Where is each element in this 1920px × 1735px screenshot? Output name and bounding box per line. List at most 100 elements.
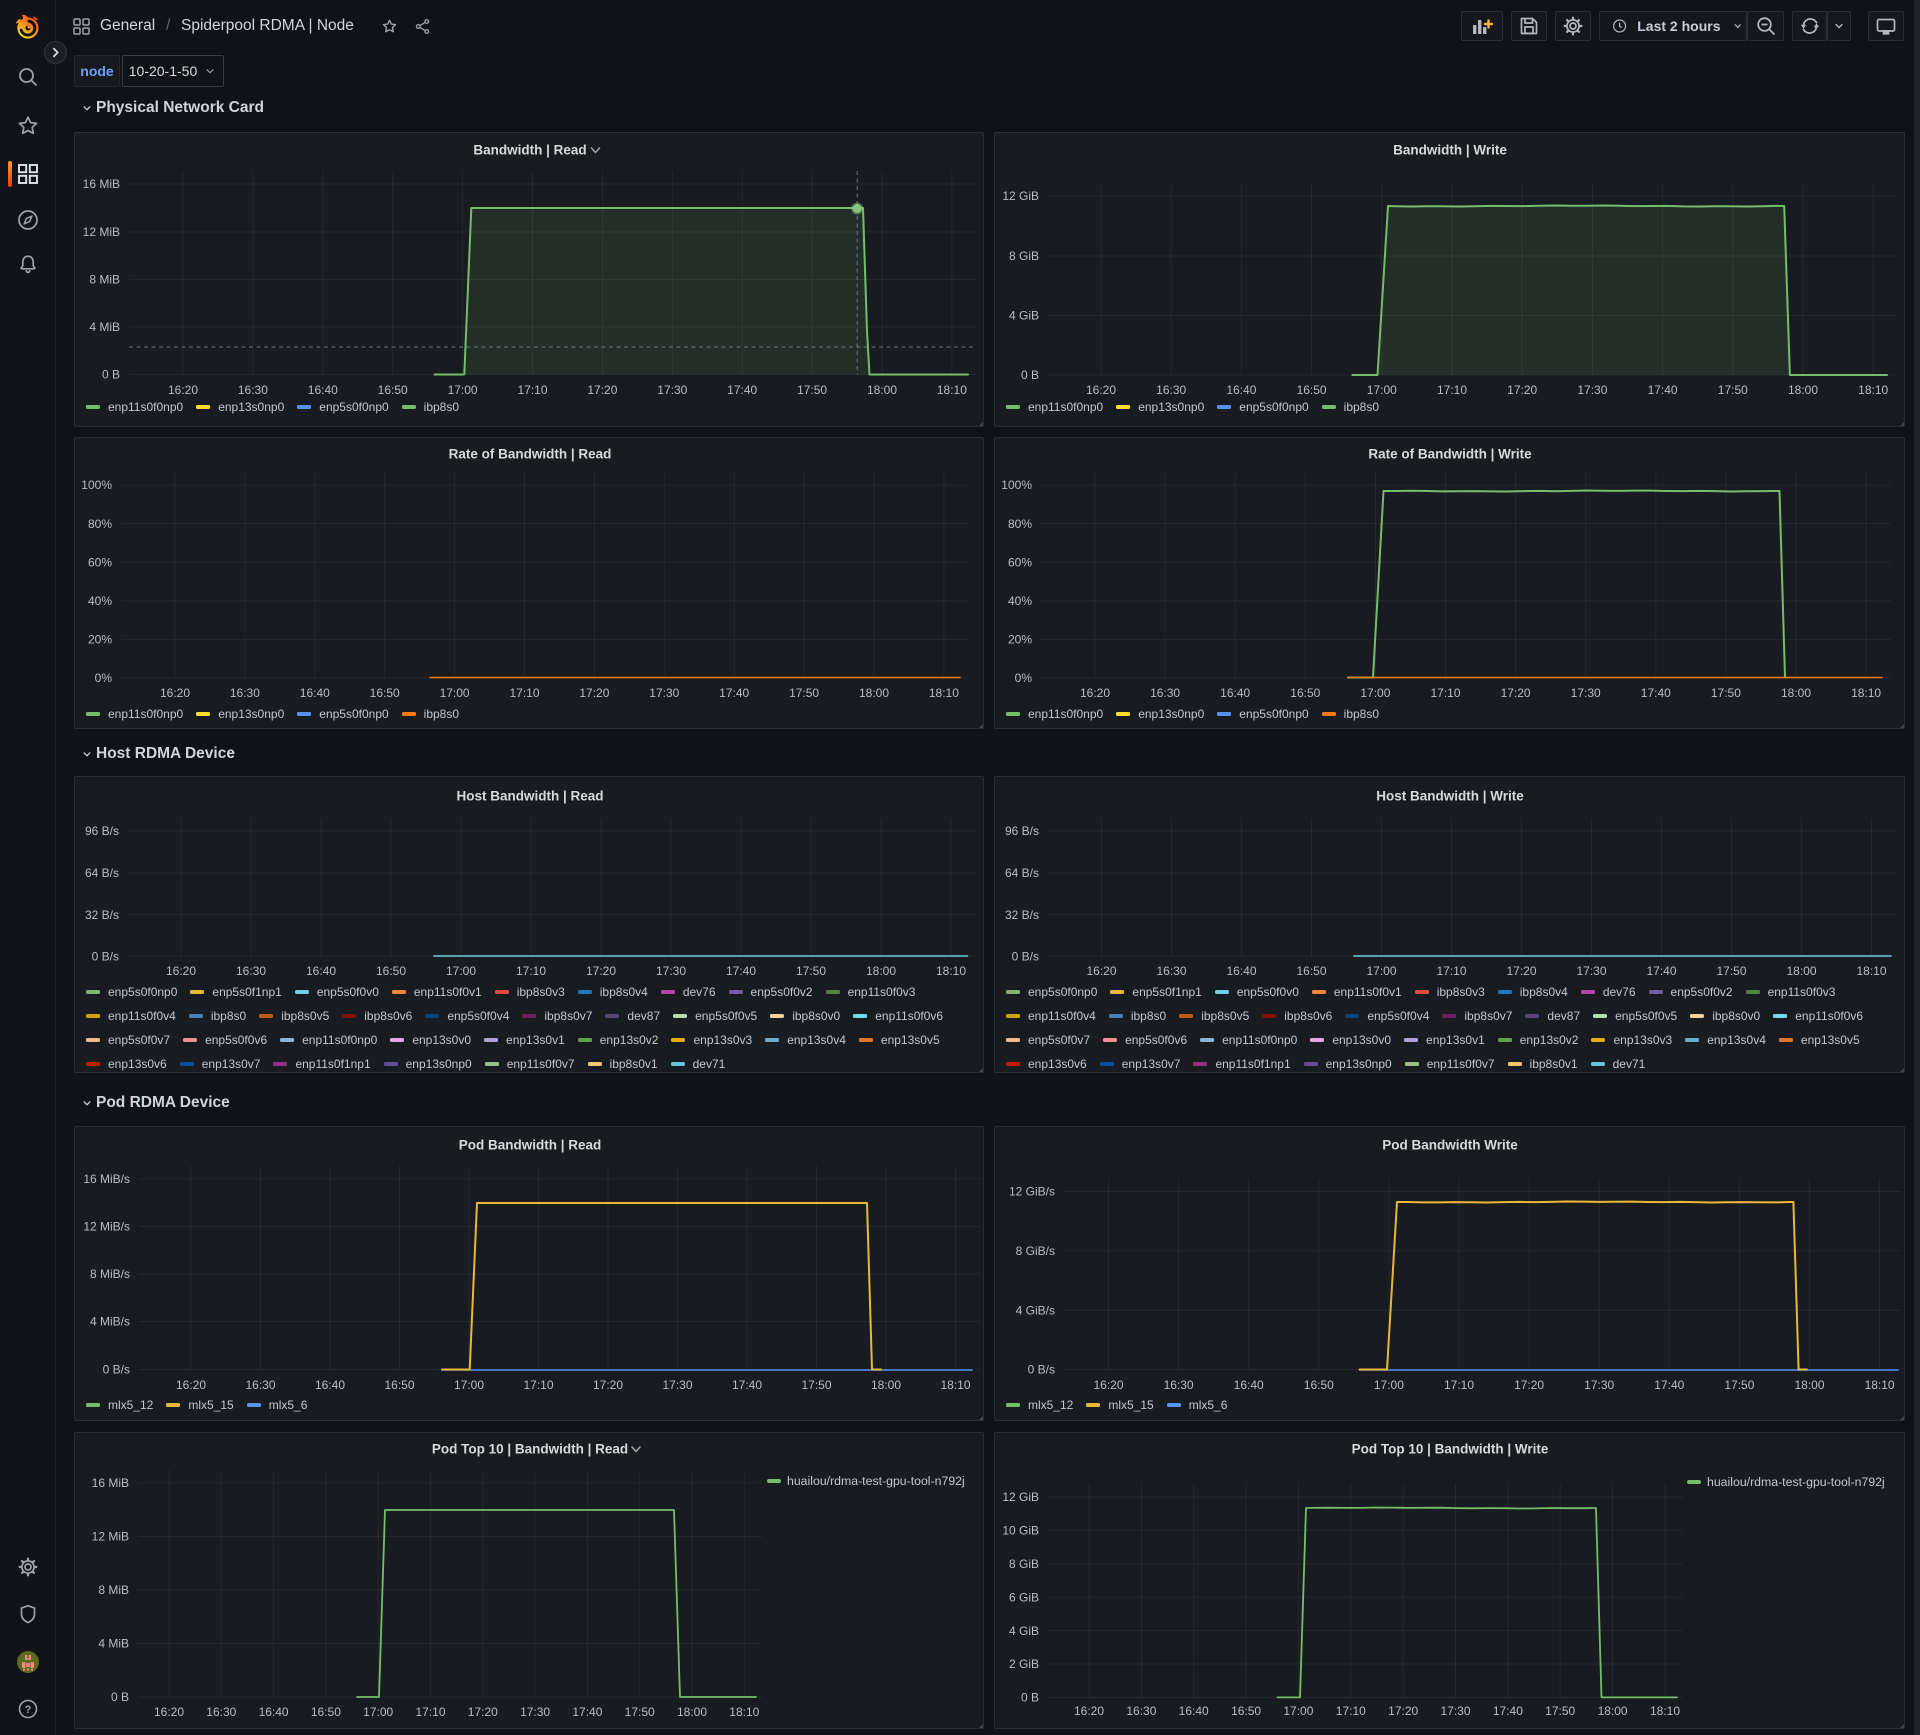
svg-text:17:10: 17:10 [1430, 686, 1460, 700]
svg-text:16:50: 16:50 [1297, 383, 1327, 397]
svg-text:17:10: 17:10 [516, 964, 546, 978]
svg-text:17:50: 17:50 [1718, 383, 1748, 397]
svg-text:17:20: 17:20 [1507, 383, 1537, 397]
svg-text:17:40: 17:40 [1641, 686, 1671, 700]
svg-text:16:20: 16:20 [1074, 1704, 1104, 1718]
svg-text:32 B/s: 32 B/s [85, 908, 119, 922]
svg-text:17:00: 17:00 [440, 686, 470, 700]
svg-text:16:30: 16:30 [236, 964, 266, 978]
svg-text:17:10: 17:10 [415, 1705, 445, 1719]
svg-text:0 B: 0 B [102, 368, 120, 382]
svg-text:0 B: 0 B [1021, 368, 1039, 382]
svg-text:18:00: 18:00 [859, 686, 889, 700]
svg-text:17:00: 17:00 [1374, 1378, 1404, 1392]
svg-text:Pod Bandwidth Write: Pod Bandwidth Write [1382, 1138, 1518, 1153]
svg-text:16:30: 16:30 [238, 383, 268, 397]
svg-text:Bandwidth | Read: Bandwidth | Read [473, 143, 586, 158]
svg-text:17:50: 17:50 [796, 964, 826, 978]
svg-text:0 B/s: 0 B/s [92, 949, 119, 963]
svg-text:17:00: 17:00 [1283, 1704, 1313, 1718]
svg-text:17:00: 17:00 [448, 383, 478, 397]
svg-text:16:30: 16:30 [245, 1378, 275, 1392]
svg-text:17:30: 17:30 [649, 686, 679, 700]
svg-text:Rate of Bandwidth | Write: Rate of Bandwidth | Write [1368, 447, 1532, 462]
svg-text:16:40: 16:40 [308, 383, 338, 397]
svg-text:17:50: 17:50 [1724, 1378, 1754, 1392]
svg-text:16:40: 16:40 [1179, 1704, 1209, 1718]
svg-text:17:30: 17:30 [1577, 383, 1607, 397]
svg-text:18:00: 18:00 [866, 964, 896, 978]
svg-text:18:00: 18:00 [1781, 686, 1811, 700]
svg-text:18:00: 18:00 [871, 1378, 901, 1392]
svg-text:Pod Top 10 | Bandwidth | Write: Pod Top 10 | Bandwidth | Write [1352, 1442, 1549, 1457]
svg-text:0%: 0% [1015, 671, 1033, 685]
svg-text:huailou/rdma-test-gpu-tool-n79: huailou/rdma-test-gpu-tool-n792j [1707, 1475, 1885, 1489]
svg-text:Host Bandwidth | Write: Host Bandwidth | Write [1376, 789, 1524, 804]
svg-text:17:20: 17:20 [593, 1378, 623, 1392]
svg-text:17:40: 17:40 [727, 383, 757, 397]
svg-text:0 B: 0 B [1021, 1691, 1039, 1705]
svg-text:6 GiB: 6 GiB [1009, 1590, 1039, 1604]
svg-text:17:10: 17:10 [517, 383, 547, 397]
svg-text:16:40: 16:40 [300, 686, 330, 700]
svg-text:16:30: 16:30 [1150, 686, 1180, 700]
svg-text:16:50: 16:50 [1296, 964, 1326, 978]
svg-text:8 GiB: 8 GiB [1009, 249, 1039, 263]
svg-text:16:20: 16:20 [168, 383, 198, 397]
svg-text:0%: 0% [95, 671, 113, 685]
svg-text:16:40: 16:40 [1226, 383, 1256, 397]
svg-text:17:40: 17:40 [1493, 1704, 1523, 1718]
svg-text:20%: 20% [1008, 633, 1032, 647]
svg-text:16:40: 16:40 [259, 1705, 289, 1719]
svg-text:12 GiB: 12 GiB [1002, 1490, 1039, 1504]
svg-text:17:20: 17:20 [579, 686, 609, 700]
svg-text:18:10: 18:10 [729, 1705, 759, 1719]
svg-text:18:00: 18:00 [1794, 1378, 1824, 1392]
svg-text:40%: 40% [1008, 594, 1032, 608]
svg-text:2 GiB: 2 GiB [1009, 1657, 1039, 1671]
svg-text:17:00: 17:00 [1360, 686, 1390, 700]
svg-text:17:40: 17:40 [1654, 1378, 1684, 1392]
svg-text:16:50: 16:50 [1231, 1704, 1261, 1718]
svg-text:8 MiB/s: 8 MiB/s [90, 1267, 130, 1281]
svg-text:96 B/s: 96 B/s [85, 824, 119, 838]
svg-text:4 MiB: 4 MiB [89, 320, 120, 334]
svg-text:18:10: 18:10 [1650, 1704, 1680, 1718]
svg-text:18:10: 18:10 [940, 1378, 970, 1392]
svg-text:16:50: 16:50 [311, 1705, 341, 1719]
svg-text:16:40: 16:40 [306, 964, 336, 978]
svg-text:18:10: 18:10 [1856, 964, 1886, 978]
svg-text:17:50: 17:50 [789, 686, 819, 700]
svg-text:17:50: 17:50 [801, 1378, 831, 1392]
svg-text:16:20: 16:20 [160, 686, 190, 700]
svg-text:17:00: 17:00 [1367, 383, 1397, 397]
svg-text:17:20: 17:20 [1514, 1378, 1544, 1392]
svg-text:16:50: 16:50 [370, 686, 400, 700]
svg-text:18:00: 18:00 [1598, 1704, 1628, 1718]
svg-text:17:20: 17:20 [468, 1705, 498, 1719]
svg-text:16:40: 16:40 [1226, 964, 1256, 978]
svg-text:16:40: 16:40 [315, 1378, 345, 1392]
svg-text:8 MiB: 8 MiB [98, 1583, 129, 1597]
svg-text:16:50: 16:50 [384, 1378, 414, 1392]
svg-text:17:30: 17:30 [1576, 964, 1606, 978]
svg-text:0 B/s: 0 B/s [1012, 949, 1039, 963]
svg-text:17:10: 17:10 [523, 1378, 553, 1392]
svg-text:huailou/rdma-test-gpu-tool-n79: huailou/rdma-test-gpu-tool-n792j [787, 1474, 965, 1488]
svg-text:17:10: 17:10 [509, 686, 539, 700]
svg-text:17:20: 17:20 [587, 383, 617, 397]
svg-text:18:00: 18:00 [677, 1705, 707, 1719]
svg-text:17:40: 17:40 [1648, 383, 1678, 397]
svg-text:17:50: 17:50 [1716, 964, 1746, 978]
svg-text:16:50: 16:50 [376, 964, 406, 978]
svg-text:8 GiB: 8 GiB [1009, 1557, 1039, 1571]
svg-text:Pod Bandwidth | Read: Pod Bandwidth | Read [459, 1138, 602, 1153]
svg-text:12 GiB/s: 12 GiB/s [1009, 1185, 1055, 1199]
svg-text:17:40: 17:40 [719, 686, 749, 700]
svg-text:18:10: 18:10 [1851, 686, 1881, 700]
svg-text:17:30: 17:30 [520, 1705, 550, 1719]
svg-text:17:30: 17:30 [657, 383, 687, 397]
svg-text:17:10: 17:10 [1437, 383, 1467, 397]
svg-text:12 MiB/s: 12 MiB/s [83, 1220, 130, 1234]
svg-text:80%: 80% [88, 517, 112, 531]
